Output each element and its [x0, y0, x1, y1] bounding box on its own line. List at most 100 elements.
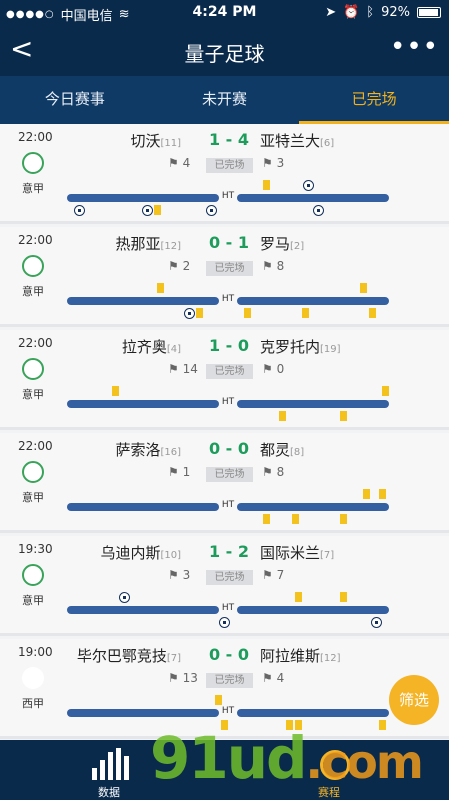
match-row[interactable]: 22:00 意甲 热那亚[12] 0 - 1 罗马[2] ⚑ 2 已完场 ⚑ 8 HT — [0, 227, 449, 327]
away-corners-count: 7 — [276, 568, 285, 582]
away-corners: ⚑ 0 — [262, 362, 284, 376]
home-team: 萨索洛[16] — [115, 439, 181, 460]
battery-percent: 92% — [381, 5, 410, 20]
data-chart-icon[interactable] — [92, 748, 132, 780]
corner-flag-icon: ⚑ — [168, 362, 179, 376]
away-corners: ⚑ 7 — [262, 568, 284, 582]
yellow-card-icon — [154, 205, 161, 215]
home-corners: ⚑ 14 — [168, 362, 198, 376]
away-team: 国际米兰[7] — [260, 542, 334, 563]
yellow-card-icon — [295, 592, 302, 602]
tab-today[interactable]: 今日赛事 — [0, 76, 150, 124]
away-corners-count: 0 — [276, 362, 285, 376]
league-name: 意甲 — [22, 285, 44, 298]
league-name: 意甲 — [22, 594, 44, 607]
match-score: 1 - 4 — [208, 130, 250, 149]
away-corners-count: 8 — [276, 259, 285, 273]
halftime-marker: HT — [221, 706, 235, 716]
more-button[interactable]: ••• — [390, 34, 439, 60]
corner-flag-icon: ⚑ — [168, 156, 179, 170]
goal-ball-icon — [371, 617, 382, 628]
home-rank: [12] — [160, 241, 181, 252]
goal-ball-icon — [142, 205, 153, 216]
tab-finished[interactable]: 已完场 — [299, 76, 449, 124]
tab-upcoming[interactable]: 未开赛 — [150, 76, 300, 124]
league-name: 意甲 — [22, 182, 44, 195]
home-rank: [4] — [166, 344, 181, 355]
yellow-card-icon — [279, 411, 286, 421]
timeline-second-half — [237, 503, 389, 511]
home-team-name: 萨索洛 — [115, 441, 161, 459]
away-corners: ⚑ 8 — [262, 465, 284, 479]
match-score: 0 - 1 — [208, 233, 250, 252]
away-corners-count: 4 — [276, 671, 285, 685]
home-corners-count: 4 — [182, 156, 191, 170]
timeline-second-half — [237, 297, 389, 305]
home-team: 乌迪内斯[10] — [100, 542, 181, 563]
match-list[interactable]: 22:00 意甲 切沃[11] 1 - 4 亚特兰大[6] ⚑ 4 已完场 ⚑ 3 HT 22:0… — [0, 124, 449, 740]
home-team: 拉齐奥[4] — [122, 336, 181, 357]
away-team: 阿拉维斯[12] — [260, 645, 341, 666]
away-rank: [12] — [320, 653, 341, 664]
home-corners: ⚑ 4 — [168, 156, 190, 170]
yellow-card-icon — [263, 514, 270, 524]
status-bar: ●●●●○ 中国电信 ≋ 4:24 PM ➤ ⏰ ᛒ 92% — [0, 0, 449, 26]
timeline-first-half — [67, 606, 219, 614]
away-team-name: 罗马 — [260, 235, 291, 253]
goal-ball-icon — [313, 205, 324, 216]
location-icon: ➤ — [325, 5, 337, 20]
timeline-first-half — [67, 297, 219, 305]
corner-flag-icon: ⚑ — [262, 465, 273, 479]
home-corners: ⚑ 2 — [168, 259, 190, 273]
league-logo-icon — [22, 255, 44, 277]
yellow-card-icon — [340, 592, 347, 602]
halftime-marker: HT — [221, 191, 235, 201]
yellow-card-icon — [340, 514, 347, 524]
away-team-name: 都灵 — [260, 441, 291, 459]
corner-flag-icon: ⚑ — [168, 465, 179, 479]
filter-button[interactable]: 筛选 — [389, 675, 439, 725]
home-corners-count: 13 — [182, 671, 198, 685]
away-team: 都灵[8] — [260, 439, 304, 460]
home-rank: [16] — [160, 447, 181, 458]
timeline-first-half — [67, 400, 219, 408]
yellow-card-icon — [292, 514, 299, 524]
away-rank: [6] — [320, 138, 335, 149]
goal-ball-icon — [206, 205, 217, 216]
watermark-tld: .com — [305, 735, 424, 789]
timeline-second-half — [237, 606, 389, 614]
away-team-name: 阿拉维斯 — [260, 647, 321, 665]
nav-data-label[interactable]: 数据 — [98, 784, 120, 800]
corner-flag-icon: ⚑ — [262, 156, 273, 170]
league-name: 意甲 — [22, 491, 44, 504]
battery-icon — [417, 7, 441, 18]
goal-ball-icon — [219, 617, 230, 628]
watermark-text: 91ud — [150, 724, 308, 792]
match-time: 22:00 — [18, 439, 53, 453]
away-team: 亚特兰大[6] — [260, 130, 334, 151]
league-logo-icon — [22, 358, 44, 380]
corner-flag-icon: ⚑ — [168, 259, 179, 273]
goal-ball-icon — [184, 308, 195, 319]
home-corners: ⚑ 13 — [168, 671, 198, 685]
yellow-card-icon — [379, 489, 386, 499]
match-row[interactable]: 22:00 意甲 萨索洛[16] 0 - 0 都灵[8] ⚑ 1 已完场 ⚑ 8 HT — [0, 433, 449, 533]
away-team-name: 国际米兰 — [260, 544, 321, 562]
match-status: 已完场 — [206, 364, 253, 379]
match-row[interactable]: 19:30 意甲 乌迪内斯[10] 1 - 2 国际米兰[7] ⚑ 3 已完场 ⚑ 7 HT — [0, 536, 449, 636]
tab-bar: 今日赛事 未开赛 已完场 — [0, 76, 449, 124]
match-status: 已完场 — [206, 467, 253, 482]
bluetooth-icon: ᛒ — [366, 5, 375, 20]
away-corners-count: 3 — [276, 156, 285, 170]
match-row[interactable]: 22:00 意甲 拉齐奥[4] 1 - 0 克罗托内[19] ⚑ 14 已完场 ⚑ 0 HT — [0, 330, 449, 430]
match-row[interactable]: 22:00 意甲 切沃[11] 1 - 4 亚特兰大[6] ⚑ 4 已完场 ⚑ 3 HT — [0, 124, 449, 224]
yellow-card-icon — [244, 308, 251, 318]
halftime-marker: HT — [221, 294, 235, 304]
match-score: 0 - 0 — [208, 645, 250, 664]
status-right: ➤ ⏰ ᛒ 92% — [325, 5, 441, 20]
corner-flag-icon: ⚑ — [262, 259, 273, 273]
away-rank: [2] — [290, 241, 305, 252]
away-rank: [19] — [320, 344, 341, 355]
home-team: 热那亚[12] — [115, 233, 181, 254]
away-team-name: 亚特兰大 — [260, 132, 321, 150]
